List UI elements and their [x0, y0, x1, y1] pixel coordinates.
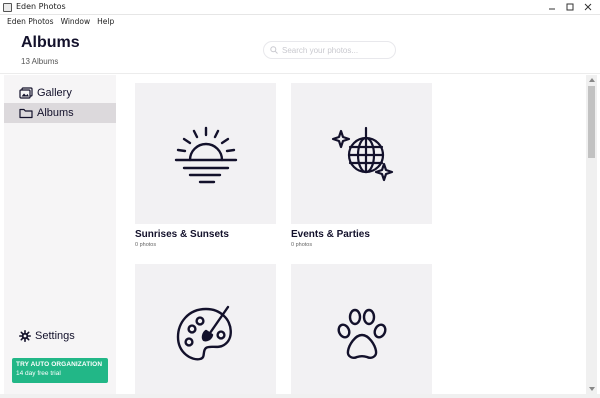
folder-icon	[19, 108, 33, 119]
album-thumbnail[interactable]	[291, 264, 432, 394]
album-thumbnail[interactable]	[291, 83, 432, 224]
maximize-icon	[566, 3, 574, 11]
title-bar: Eden Photos	[0, 0, 600, 15]
vertical-scrollbar[interactable]	[586, 75, 597, 394]
menu-eden-photos[interactable]: Eden Photos	[7, 17, 54, 26]
album-card[interactable]: Sunrises & Sunsets 0 photos	[135, 83, 276, 248]
palette-icon	[176, 305, 232, 360]
minimize-button[interactable]	[543, 0, 561, 14]
menu-window[interactable]: Window	[61, 17, 91, 26]
close-icon	[584, 3, 592, 11]
paw-icon	[337, 308, 386, 359]
sidebar-item-albums[interactable]: Albums	[4, 103, 116, 123]
album-card[interactable]: Events & Parties 0 photos	[291, 83, 432, 248]
album-card[interactable]	[291, 264, 432, 394]
album-thumbnail[interactable]	[135, 83, 276, 224]
sunset-icon	[174, 126, 237, 183]
gallery-icon	[19, 87, 33, 99]
close-button[interactable]	[579, 0, 597, 14]
sidebar-item-label: Albums	[37, 107, 74, 119]
album-count: 13 Albums	[21, 57, 59, 66]
page-header: Albums 13 Albums	[0, 28, 600, 74]
scroll-down-button[interactable]	[586, 384, 597, 394]
maximize-button[interactable]	[561, 0, 579, 14]
gear-icon	[19, 330, 31, 342]
scroll-up-button[interactable]	[586, 75, 597, 85]
album-name: Sunrises & Sunsets	[135, 229, 229, 240]
chevron-down-icon	[588, 387, 595, 391]
trial-title: TRY AUTO ORGANIZATION	[16, 361, 103, 368]
window-title: Eden Photos	[16, 2, 66, 11]
sidebar-item-label: Gallery	[37, 87, 72, 99]
search-box[interactable]	[263, 41, 396, 59]
album-photo-count: 0 photos	[135, 242, 157, 248]
settings-button[interactable]: Settings	[4, 326, 116, 346]
trial-subtitle: 14 day free trial	[16, 370, 61, 377]
album-card[interactable]	[135, 264, 276, 394]
page-title: Albums	[21, 34, 80, 51]
sidebar-item-gallery[interactable]: Gallery	[4, 83, 116, 103]
scroll-thumb[interactable]	[588, 86, 595, 158]
sidebar: Gallery Albums Settings TRY AUTO ORGANIZ…	[4, 75, 116, 394]
albums-grid: Sunrises & Sunsets 0 photos Events & Par…	[116, 75, 586, 394]
settings-label: Settings	[35, 330, 75, 342]
album-name: Events & Parties	[291, 229, 370, 240]
menu-help[interactable]: Help	[97, 17, 114, 26]
menu-bar: Eden Photos Window Help	[0, 15, 600, 28]
album-photo-count: 0 photos	[291, 242, 313, 248]
app-icon	[3, 3, 12, 12]
minimize-icon	[549, 8, 555, 10]
search-icon	[270, 46, 278, 54]
window-bottom-border	[0, 394, 600, 398]
chevron-up-icon	[588, 78, 595, 82]
search-input[interactable]	[282, 45, 392, 55]
auto-organization-trial-button[interactable]: TRY AUTO ORGANIZATION 14 day free trial	[12, 358, 108, 383]
disco-ball-icon	[331, 126, 393, 181]
album-thumbnail[interactable]	[135, 264, 276, 394]
